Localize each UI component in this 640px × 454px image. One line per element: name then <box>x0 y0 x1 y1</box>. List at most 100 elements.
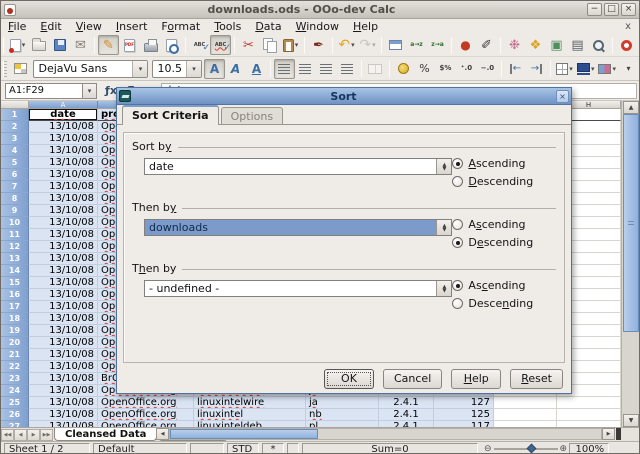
window-split-handle[interactable] <box>616 428 621 440</box>
row-header-5[interactable]: 5 <box>1 157 29 169</box>
export-pdf-button[interactable]: PDF <box>119 35 140 55</box>
sort-ascending-button[interactable]: a→z <box>406 35 427 55</box>
cell-A25[interactable]: 13/10/08 <box>29 397 98 409</box>
italic-button[interactable]: A <box>225 59 246 79</box>
cell-F25[interactable]: 127 <box>434 397 494 409</box>
row-header-17[interactable]: 17 <box>1 301 29 313</box>
background-color-button[interactable]: ▾ <box>575 59 597 79</box>
row-header-4[interactable]: 4 <box>1 145 29 157</box>
help-button[interactable] <box>616 35 637 55</box>
data-sources-button[interactable]: ▤ <box>567 35 588 55</box>
then-by-2-combo[interactable]: - undefined -▲▼ <box>144 280 452 297</box>
cell-A19[interactable]: 13/10/08 <box>29 325 98 337</box>
help-button[interactable]: Help <box>451 369 501 389</box>
cell-A6[interactable]: 13/10/08 <box>29 169 98 181</box>
chevron-down-icon[interactable]: ▾ <box>612 65 616 73</box>
standard-format-button[interactable]: $% <box>435 59 456 79</box>
find-replace-button[interactable]: ❉ <box>504 35 525 55</box>
row-header-13[interactable]: 13 <box>1 253 29 265</box>
scroll-left-icon[interactable]: ◀ <box>156 428 169 440</box>
cancel-button[interactable]: Cancel <box>383 369 442 389</box>
row-header-9[interactable]: 9 <box>1 205 29 217</box>
format-paintbrush-button[interactable]: ✒ <box>308 35 329 55</box>
zoom-in-icon[interactable]: ⊕ <box>560 444 568 454</box>
spinner-icon[interactable]: ▲▼ <box>436 220 451 235</box>
menu-item-view[interactable]: View <box>69 19 109 34</box>
row-header-11[interactable]: 11 <box>1 229 29 241</box>
toolbar-grip[interactable] <box>3 37 4 53</box>
horizontal-scrollbar-thumb[interactable] <box>170 429 318 439</box>
cell-B25[interactable]: OpenOffice.org <box>98 397 194 409</box>
menu-item-window[interactable]: Window <box>289 19 346 34</box>
cell-A7[interactable]: 13/10/08 <box>29 181 98 193</box>
align-center-button[interactable] <box>295 59 316 79</box>
chevron-down-icon[interactable]: ▾ <box>372 41 376 49</box>
reset-button[interactable]: Reset <box>510 369 563 389</box>
increase-indent-button[interactable]: → <box>526 59 547 79</box>
row-header-6[interactable]: 6 <box>1 169 29 181</box>
row-header-2[interactable]: 2 <box>1 121 29 133</box>
row-header-3[interactable]: 3 <box>1 133 29 145</box>
border-color-button[interactable]: ▾ <box>596 59 618 79</box>
menu-item-tools[interactable]: Tools <box>207 19 248 34</box>
row-header-12[interactable]: 12 <box>1 241 29 253</box>
select-all-corner[interactable] <box>1 101 29 109</box>
chevron-down-icon[interactable]: ▾ <box>569 65 573 73</box>
save-button[interactable] <box>49 35 70 55</box>
vertical-scrollbar[interactable]: ▲ ▼ <box>621 101 639 427</box>
row-header-22[interactable]: 22 <box>1 361 29 373</box>
scroll-up-icon[interactable]: ▲ <box>623 101 639 114</box>
cell-A2[interactable]: 13/10/08 <box>29 121 98 133</box>
zoom-slider[interactable] <box>494 448 558 450</box>
hyperlink-button[interactable]: ● <box>455 35 476 55</box>
dialog-close-icon[interactable]: × <box>556 90 569 103</box>
toolbar-overflow2-button[interactable]: ▾ <box>618 59 639 79</box>
cell-B26[interactable]: OpenOffice.org <box>98 409 194 421</box>
horizontal-scrollbar-track[interactable] <box>169 428 602 440</box>
then-by-1-combo[interactable]: downloads▲▼ <box>144 219 452 236</box>
minimize-icon[interactable]: − <box>587 3 602 16</box>
row-header-14[interactable]: 14 <box>1 265 29 277</box>
align-left-button[interactable] <box>274 59 295 79</box>
cell-A17[interactable]: 13/10/08 <box>29 301 98 313</box>
row-header-23[interactable]: 23 <box>1 373 29 385</box>
email-button[interactable]: ✉ <box>70 35 91 55</box>
row-header-19[interactable]: 19 <box>1 325 29 337</box>
decrease-indent-button[interactable]: ← <box>505 59 526 79</box>
row-header-16[interactable]: 16 <box>1 289 29 301</box>
cell-A3[interactable]: 13/10/08 <box>29 133 98 145</box>
font-name-combo[interactable]: DejaVu Sans ▾ <box>33 60 148 78</box>
sort-descending-button[interactable]: z→a <box>427 35 448 55</box>
auto-spellcheck-button[interactable]: ABC <box>210 35 231 55</box>
format-grid-button[interactable] <box>10 59 31 79</box>
chevron-down-icon[interactable]: ▾ <box>132 61 147 77</box>
window-titlebar[interactable]: downloads.ods - OOo-dev Calc − □ × <box>1 1 639 19</box>
borders-button[interactable]: ▾ <box>554 59 575 79</box>
menu-item-insert[interactable]: Insert <box>109 19 155 34</box>
cell-A10[interactable]: 13/10/08 <box>29 217 98 229</box>
cell-A8[interactable]: 13/10/08 <box>29 193 98 205</box>
menu-item-format[interactable]: Format <box>154 19 207 34</box>
document-close-icon[interactable]: x <box>617 21 639 32</box>
cell-A4[interactable]: 13/10/08 <box>29 145 98 157</box>
open-button[interactable] <box>28 35 49 55</box>
bold-button[interactable]: A <box>204 59 225 79</box>
cell-A13[interactable]: 13/10/08 <box>29 253 98 265</box>
cell-A14[interactable]: 13/10/08 <box>29 265 98 277</box>
cell-G26[interactable] <box>494 409 557 421</box>
scroll-right-icon[interactable]: ▶ <box>602 428 615 440</box>
copy-button[interactable] <box>259 35 280 55</box>
currency-button[interactable] <box>393 59 414 79</box>
row-header-21[interactable]: 21 <box>1 349 29 361</box>
cell-E25[interactable]: 2.4.1 <box>379 397 434 409</box>
percent-button[interactable]: % <box>414 59 435 79</box>
font-size-combo[interactable]: 10.5 ▾ <box>152 60 202 78</box>
add-decimal-button[interactable]: ⁺.0 <box>456 59 477 79</box>
zoom-slider-thumb[interactable] <box>526 443 536 453</box>
cell-A16[interactable]: 13/10/08 <box>29 289 98 301</box>
cell-A15[interactable]: 13/10/08 <box>29 277 98 289</box>
horizontal-scrollbar[interactable]: ◀ ▶ <box>156 428 621 440</box>
row-header-20[interactable]: 20 <box>1 337 29 349</box>
cell-A23[interactable]: 13/10/08 <box>29 373 98 385</box>
align-right-button[interactable] <box>316 59 337 79</box>
